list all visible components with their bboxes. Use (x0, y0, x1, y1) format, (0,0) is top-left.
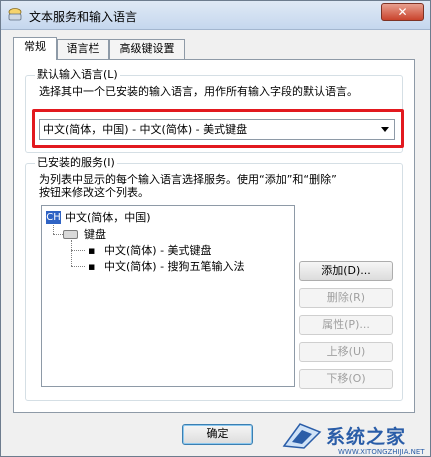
remove-button[interactable]: 删除(R) (299, 288, 393, 308)
installed-services-description-2: 按钮来修改这个列表。 (39, 186, 149, 199)
watermark-logo-icon (282, 423, 322, 449)
keyboard-icon (63, 230, 78, 239)
installed-services-tree[interactable]: CH 中文(简体，中国) 键盘 ▪ 中文(简体) - 美式键盘 ▪ 中文(简体)… (41, 205, 295, 387)
installed-services-title: 已安装的服务(I) (35, 156, 117, 169)
dialog-window: 文本服务和输入语言 ✕ 常规 语言栏 高级键设置 默认输入语言(L) 选择其中一… (0, 0, 431, 457)
watermark-url: WWW.XITONGZHIJIA.NET (338, 448, 425, 456)
tree-connector (53, 225, 54, 234)
tree-service-item[interactable]: 中文(简体) - 美式键盘 (104, 244, 212, 257)
add-button[interactable]: 添加(D)... (299, 261, 393, 281)
chevron-down-icon (381, 127, 389, 132)
tree-connector (71, 250, 85, 251)
title-bar[interactable]: 文本服务和输入语言 ✕ (1, 1, 430, 30)
tab-advanced-key-settings[interactable]: 高级键设置 (109, 39, 185, 59)
default-language-title: 默认输入语言(L) (35, 68, 120, 81)
tree-connector (71, 266, 85, 267)
ok-button[interactable]: 确定 (182, 424, 253, 445)
installed-services-description-1: 为列表中显示的每个输入语言选择服务。使用“添加”和“删除” (39, 173, 337, 186)
keyboard-app-icon (8, 8, 22, 21)
tree-bullet: ▪ (88, 260, 96, 273)
default-language-value: 中文(简体，中国) - 中文(简体) - 美式键盘 (43, 123, 248, 136)
tab-language-bar[interactable]: 语言栏 (57, 39, 109, 59)
language-badge-icon: CH (46, 211, 61, 224)
move-down-button[interactable]: 下移(O) (299, 369, 393, 389)
tree-connector (71, 240, 72, 266)
tree-language-node[interactable]: 中文(简体，中国) (65, 211, 151, 224)
close-button[interactable]: ✕ (381, 3, 424, 21)
tree-service-item[interactable]: 中文(简体) - 搜狗五笔输入法 (104, 260, 245, 273)
tree-bullet: ▪ (88, 244, 96, 257)
close-icon: ✕ (397, 5, 408, 19)
tab-general[interactable]: 常规 (13, 37, 57, 60)
window-title: 文本服务和输入语言 (29, 10, 138, 24)
move-up-button[interactable]: 上移(U) (299, 342, 393, 362)
properties-button[interactable]: 属性(P)... (299, 315, 393, 335)
default-language-description: 选择其中一个已安装的输入语言，用作所有输入字段的默认语言。 (39, 85, 358, 98)
default-language-select[interactable]: 中文(简体，中国) - 中文(简体) - 美式键盘 (39, 119, 395, 140)
watermark: 系统之家 WWW.XITONGZHIJIA.NET (274, 414, 431, 457)
tree-connector (53, 234, 63, 235)
watermark-text: 系统之家 (326, 426, 407, 448)
tree-keyboard-node[interactable]: 键盘 (84, 228, 106, 241)
